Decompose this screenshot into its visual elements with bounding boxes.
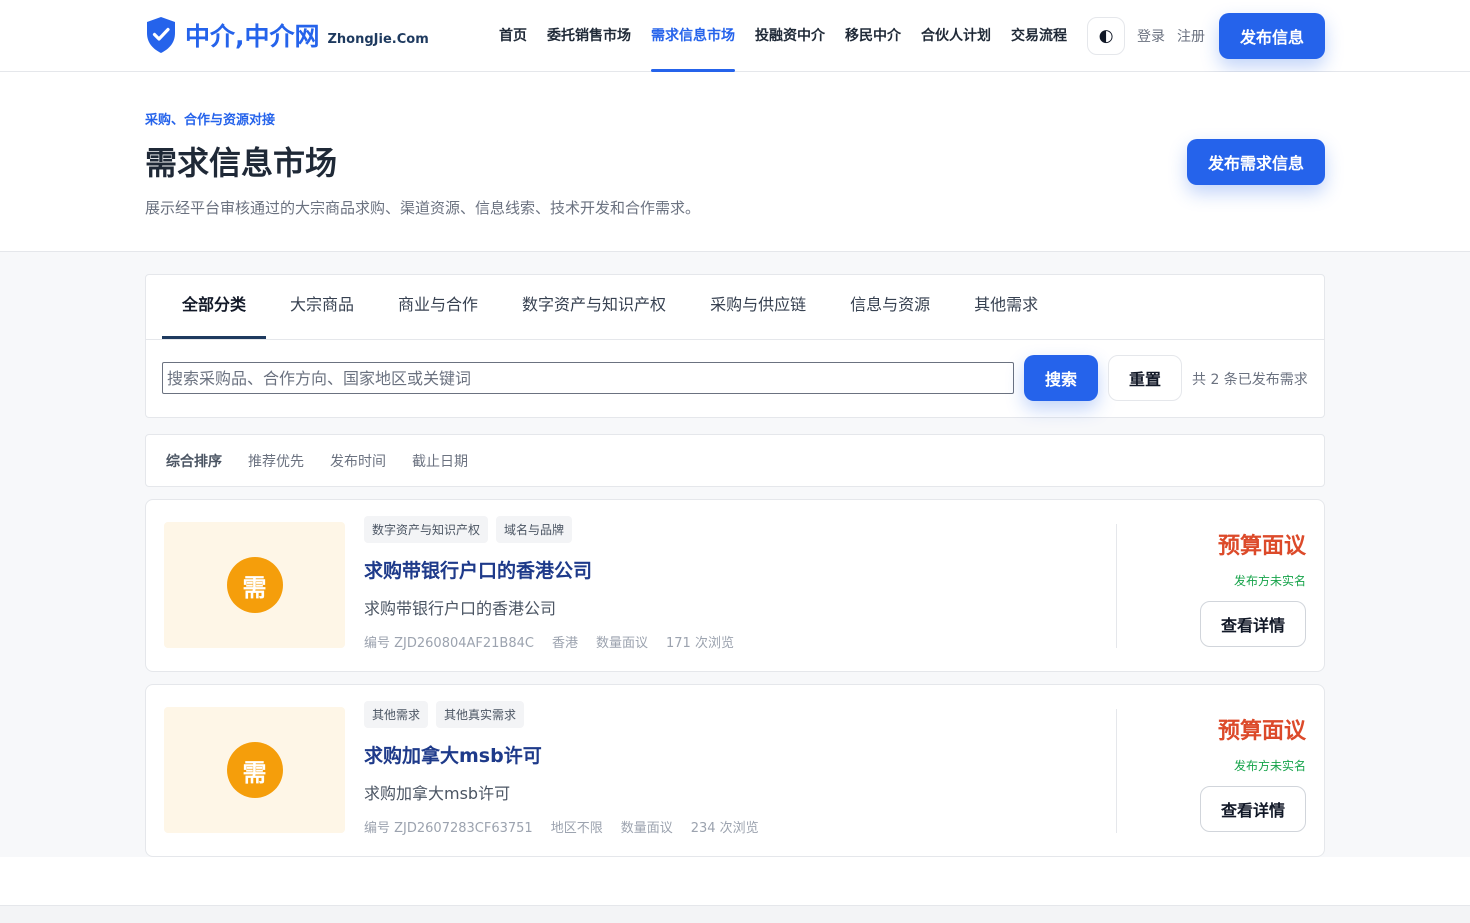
item-views: 234 次浏览 (690, 821, 759, 836)
tab-procurement-supply-chain[interactable]: 采购与供应链 (690, 275, 826, 339)
item-description: 求购加拿大msb许可 (364, 784, 511, 803)
login-link[interactable]: 登录 (1137, 26, 1165, 46)
footer (0, 905, 1470, 923)
filter-panel: 全部分类 大宗商品 商业与合作 数字资产与知识产权 采购与供应链 信息与资源 其… (145, 274, 1325, 418)
search-input[interactable] (162, 362, 1014, 394)
tab-business-cooperation[interactable]: 商业与合作 (378, 275, 498, 339)
result-count: 共 2 条已发布需求 (1192, 372, 1308, 388)
nav-demand-market[interactable]: 需求信息市场 (651, 0, 735, 72)
page-hero: 采购、合作与资源对接 需求信息市场 展示经平台审核通过的大宗商品求购、渠道资源、… (0, 72, 1470, 252)
publisher-status: 发布方未实名 (1233, 759, 1306, 773)
demand-badge-icon: 需 (226, 557, 283, 613)
item-divider (1116, 524, 1117, 648)
publish-demand-button[interactable]: 发布需求信息 (1187, 139, 1325, 185)
item-title-link[interactable]: 求购带银行户口的香港公司 (364, 556, 592, 583)
demand-list-item[interactable]: 需 其他需求 其他真实需求 求购加拿大msb许可 求购加拿大msb许可 编号 Z… (145, 684, 1325, 857)
nav-investment-financing[interactable]: 投融资中介 (755, 0, 825, 72)
item-quantity: 数量面议 (595, 636, 648, 651)
top-navigation-bar: 中介,中介网 ZhongJie.Com 首页 委托销售市场 需求信息市场 投融资… (0, 0, 1470, 72)
view-details-button[interactable]: 查看详情 (1200, 601, 1306, 647)
item-budget: 预算面议 (1217, 719, 1306, 744)
sort-deadline[interactable]: 截止日期 (412, 451, 468, 471)
logo-chinese-name: 中介,中介网 (185, 22, 320, 51)
tab-all-categories[interactable]: 全部分类 (162, 275, 267, 339)
item-thumbnail: 需 (164, 522, 345, 648)
main-nav: 首页 委托销售市场 需求信息市场 投融资中介 移民中介 合伙人计划 交易流程 (499, 0, 1087, 72)
item-meta: 编号 ZJD260804AF21B84C 香港 数量面议 171 次浏览 (364, 632, 752, 651)
category-tag: 其他需求 (364, 701, 429, 728)
publisher-status: 发布方未实名 (1233, 574, 1306, 588)
view-details-button[interactable]: 查看详情 (1200, 786, 1306, 832)
sort-bar: 综合排序 推荐优先 发布时间 截止日期 (145, 434, 1325, 487)
nav-partner-program[interactable]: 合伙人计划 (921, 0, 991, 72)
shield-check-icon (147, 17, 175, 53)
tabs-divider (146, 339, 1324, 340)
item-views: 171 次浏览 (666, 636, 734, 651)
item-region: 香港 (551, 636, 578, 651)
nav-home[interactable]: 首页 (499, 0, 527, 72)
tab-information-resources[interactable]: 信息与资源 (830, 275, 950, 339)
search-button[interactable]: 搜索 (1024, 355, 1098, 401)
sort-publish-time[interactable]: 发布时间 (330, 451, 386, 471)
contrast-icon: ◐ (1098, 26, 1114, 46)
item-title-link[interactable]: 求购加拿大msb许可 (364, 741, 542, 768)
category-tabs: 全部分类 大宗商品 商业与合作 数字资产与知识产权 采购与供应链 信息与资源 其… (162, 275, 1062, 339)
publish-info-button[interactable]: 发布信息 (1219, 13, 1325, 59)
nav-trade-process[interactable]: 交易流程 (1011, 0, 1067, 72)
nav-consignment-market[interactable]: 委托销售市场 (547, 0, 631, 72)
nav-immigration[interactable]: 移民中介 (845, 0, 901, 72)
item-divider (1116, 709, 1117, 833)
subcategory-tag: 其他真实需求 (436, 701, 525, 728)
item-tags: 数字资产与知识产权 域名与品牌 (364, 516, 580, 543)
site-logo[interactable]: 中介,中介网 ZhongJie.Com (145, 16, 429, 54)
tab-digital-assets-ip[interactable]: 数字资产与知识产权 (502, 275, 686, 339)
item-description: 求购带银行户口的香港公司 (364, 599, 557, 618)
subcategory-tag: 域名与品牌 (496, 516, 573, 543)
theme-toggle-button[interactable]: ◐ (1087, 17, 1125, 55)
demand-list-item[interactable]: 需 数字资产与知识产权 域名与品牌 求购带银行户口的香港公司 求购带银行户口的香… (145, 499, 1325, 672)
sort-comprehensive[interactable]: 综合排序 (166, 451, 222, 471)
logo-english-name: ZhongJie.Com (327, 31, 429, 47)
reset-button[interactable]: 重置 (1108, 355, 1182, 401)
item-quantity: 数量面议 (620, 821, 673, 836)
item-budget: 预算面议 (1217, 534, 1306, 559)
demand-badge-icon: 需 (226, 742, 283, 798)
item-region: 地区不限 (550, 821, 603, 836)
tab-commodities[interactable]: 大宗商品 (270, 275, 374, 339)
sort-recommended[interactable]: 推荐优先 (248, 451, 304, 471)
register-link[interactable]: 注册 (1177, 26, 1205, 46)
tab-other-demands[interactable]: 其他需求 (954, 275, 1058, 339)
item-code: 编号 ZJD260804AF21B84C (364, 636, 534, 651)
item-tags: 其他需求 其他真实需求 (364, 701, 532, 728)
page-title: 需求信息市场 (145, 144, 338, 182)
item-thumbnail: 需 (164, 707, 345, 833)
hero-eyebrow: 采购、合作与资源对接 (145, 113, 276, 128)
item-meta: 编号 ZJD2607283CF63751 地区不限 数量面议 234 次浏览 (364, 817, 777, 836)
page-description: 展示经平台审核通过的大宗商品求购、渠道资源、信息线索、技术开发和合作需求。 (145, 199, 701, 217)
category-tag: 数字资产与知识产权 (364, 516, 489, 543)
item-code: 编号 ZJD2607283CF63751 (364, 821, 533, 836)
